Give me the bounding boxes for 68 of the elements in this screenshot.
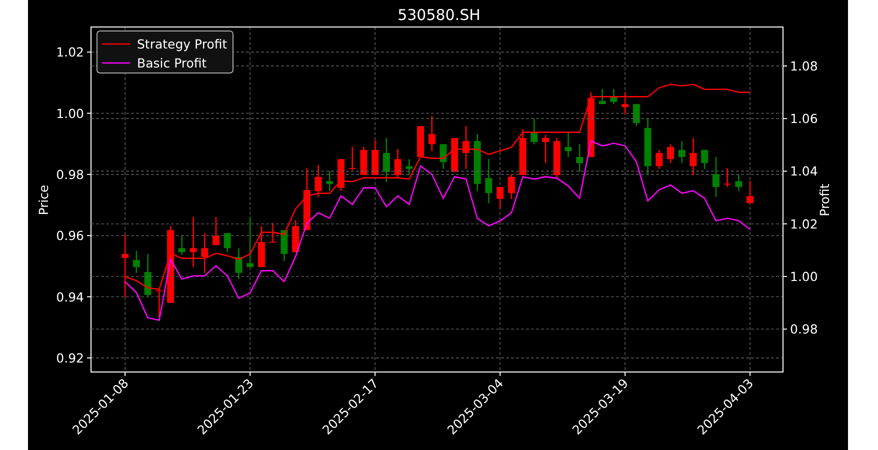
candlestick <box>644 119 652 176</box>
candlestick <box>598 89 606 104</box>
candlestick <box>406 159 413 176</box>
candlestick <box>667 144 674 164</box>
candlestick <box>292 220 300 252</box>
candlestick <box>258 226 265 268</box>
candlestick <box>564 132 572 157</box>
candlestick <box>542 134 550 164</box>
candlestick <box>201 233 208 273</box>
axis-tick-label: 1.00 <box>56 106 84 121</box>
candlestick <box>622 92 629 114</box>
axis-tick-label: 0.92 <box>56 350 84 366</box>
axis-tick-label: 0.96 <box>56 228 84 244</box>
candlestick <box>656 150 663 169</box>
candlestick <box>428 116 436 152</box>
candlestick <box>712 156 720 198</box>
candlestick <box>246 216 254 268</box>
candlestick <box>212 216 220 246</box>
candlestick <box>576 144 584 172</box>
candlestick <box>394 149 402 178</box>
candlestick <box>144 254 152 298</box>
candlestick <box>314 164 322 198</box>
candlestick <box>690 138 697 176</box>
candlestick <box>508 174 515 199</box>
candlestick <box>224 233 231 252</box>
axis-tick-label: 1.06 <box>790 111 818 126</box>
candlestick <box>156 290 163 317</box>
candlestick <box>610 89 618 104</box>
axis-tick-label: 1.02 <box>56 44 84 60</box>
axis-tick-label: 0.98 <box>790 322 818 337</box>
candlestick <box>382 138 390 182</box>
candlestick <box>235 248 242 280</box>
candlestick <box>280 230 288 261</box>
candlestick <box>372 140 379 176</box>
axis-tick-label: 1.00 <box>790 268 818 284</box>
axis-tick-label: 0.94 <box>56 289 84 304</box>
axis-tick-label: 0.98 <box>56 166 84 182</box>
candlestick <box>190 216 197 268</box>
axis-title: Profit <box>817 184 832 216</box>
candlestick <box>348 146 356 170</box>
axis-tick-label: 1.04 <box>790 164 818 179</box>
candlestick <box>462 126 470 169</box>
candlestick <box>678 141 686 164</box>
candlestick <box>746 181 754 204</box>
legend-label: Strategy Profit <box>137 36 228 52</box>
chart-title: 530580.SH <box>398 6 480 24</box>
candlestick <box>269 223 276 243</box>
candlestick <box>122 234 129 298</box>
candlestick <box>326 171 334 191</box>
axis-title: Price <box>36 184 51 216</box>
candlestick <box>474 134 481 191</box>
candlestick <box>132 250 140 273</box>
legend-label: Basic Profit <box>137 56 207 70</box>
candlestick <box>519 129 526 176</box>
candlestick <box>530 119 538 144</box>
candlestick <box>303 168 310 230</box>
candlestick <box>496 186 504 208</box>
candlestick <box>451 138 458 172</box>
candlestick <box>417 126 424 157</box>
candlestick <box>440 144 447 169</box>
candlestick <box>701 150 708 169</box>
axis-tick-label: 1.02 <box>790 216 818 232</box>
candlestick <box>360 146 368 176</box>
candlestick <box>735 174 742 191</box>
axis-tick-label: 1.08 <box>790 58 818 74</box>
candlestick <box>724 168 731 187</box>
candlestick <box>178 236 186 255</box>
candlestick <box>485 159 492 204</box>
